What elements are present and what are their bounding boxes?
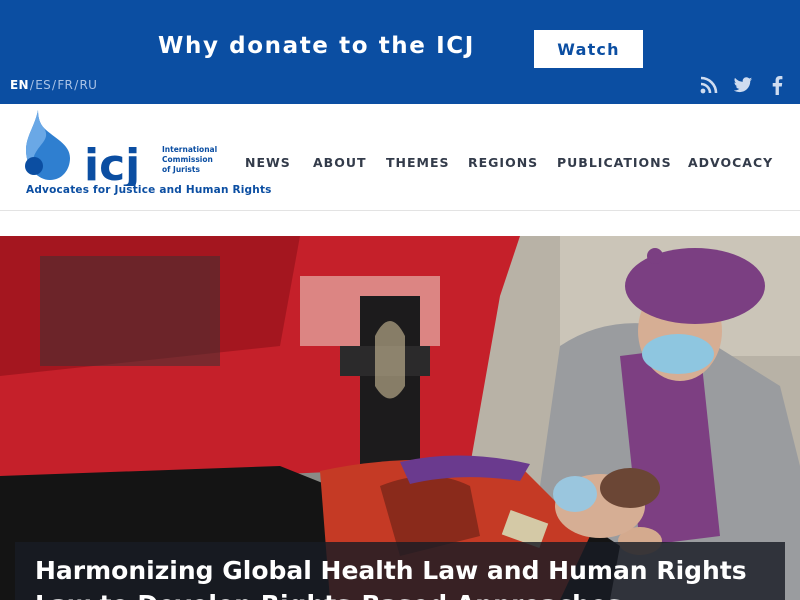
tagline: Advocates for Justice and Human Rights [26,184,272,196]
site-header: icj International Commission of Jurists … [0,104,800,211]
nav-regions[interactable]: REGIONS [468,155,538,170]
lang-en[interactable]: EN [10,78,29,92]
nav-publications[interactable]: PUBLICATIONS [557,155,672,170]
donate-banner: Why donate to the ICJ Watch EN/ES/FR/RU [0,0,800,104]
org-name: International Commission of Jurists [162,145,217,175]
lang-es[interactable]: ES [35,78,51,92]
org-name-line: of Jurists [162,165,200,174]
hero-banner[interactable]: Harmonizing Global Health Law and Human … [0,236,800,600]
svg-text:icj: icj [84,140,140,186]
twitter-icon[interactable] [732,74,754,96]
rss-icon[interactable] [698,74,720,96]
facebook-icon[interactable] [766,74,788,96]
lang-separator: / [52,78,57,92]
lang-fr[interactable]: FR [57,78,73,92]
org-name-line: International [162,145,218,154]
hero-caption: Harmonizing Global Health Law and Human … [15,542,785,600]
lang-separator: / [29,78,35,92]
nav-themes[interactable]: THEMES [386,155,450,170]
language-switcher: EN/ES/FR/RU [10,78,97,92]
lang-separator: / [74,78,79,92]
nav-advocacy[interactable]: ADVOCACY [688,155,773,170]
org-name-line: Commission [162,155,213,164]
donate-banner-text[interactable]: Why donate to the ICJ [158,33,475,59]
watch-button[interactable]: Watch [534,30,643,68]
lang-ru[interactable]: RU [80,78,98,92]
nav-news[interactable]: NEWS [245,155,291,170]
nav-about[interactable]: ABOUT [313,155,367,170]
hero-title[interactable]: Harmonizing Global Health Law and Human … [35,554,775,600]
